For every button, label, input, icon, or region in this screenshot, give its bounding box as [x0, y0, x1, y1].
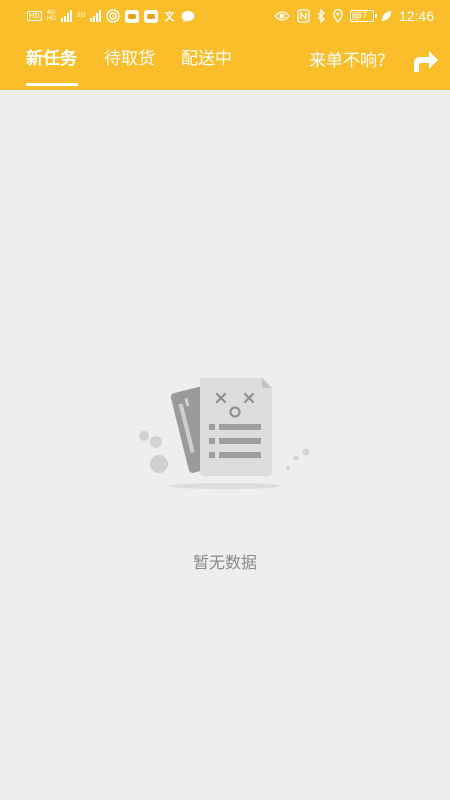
bluetooth-icon — [317, 9, 325, 23]
top-app-bar: HD 4G HD 2G 37 12:46 新任务 待取货 配送中 来单不响? — [0, 0, 450, 90]
nfc-icon — [297, 9, 310, 23]
chat-bubble-icon — [181, 10, 195, 22]
battery-icon: 37 — [349, 10, 377, 22]
clock: 12:46 — [398, 8, 434, 24]
battery-level: 37 — [356, 11, 368, 20]
network2-type-top: 2G — [76, 12, 86, 19]
hotspot-icon — [106, 9, 120, 23]
no-ring-help-link[interactable]: 来单不响? — [309, 50, 386, 72]
signal-strength-2-icon — [90, 10, 102, 22]
status-bar-left: HD 4G HD 2G — [27, 8, 195, 24]
empty-state-text: 暂无数据 — [192, 553, 257, 572]
tab-delivering[interactable]: 配送中 — [181, 48, 232, 70]
share-arrow-icon[interactable] — [410, 46, 440, 76]
empty-state-illustration — [130, 372, 320, 497]
status-bar: HD 4G HD 2G 37 12:46 — [0, 0, 450, 32]
empty-documents-icon — [139, 378, 310, 489]
tab-pending-pickup[interactable]: 待取货 — [104, 48, 155, 70]
location-icon — [333, 9, 343, 23]
app-notification-icon — [125, 9, 140, 23]
status-bar-right: 37 12:46 — [274, 7, 434, 25]
tab-new-tasks[interactable]: 新任务 — [26, 48, 77, 70]
network-type-bottom: HD — [46, 15, 56, 22]
network2-type-label: 2G — [77, 13, 85, 19]
order-tabs: 新任务 待取货 配送中 来单不响? — [0, 32, 450, 90]
signal-strength-icon — [60, 10, 72, 22]
app-notification-2-icon — [144, 9, 159, 23]
translate-icon — [165, 10, 175, 22]
active-tab-indicator — [26, 83, 78, 86]
network-type-label: 4G HD — [47, 10, 56, 22]
hd-badge: HD — [27, 11, 42, 21]
eye-icon — [274, 11, 290, 21]
leaf-icon — [381, 11, 391, 21]
